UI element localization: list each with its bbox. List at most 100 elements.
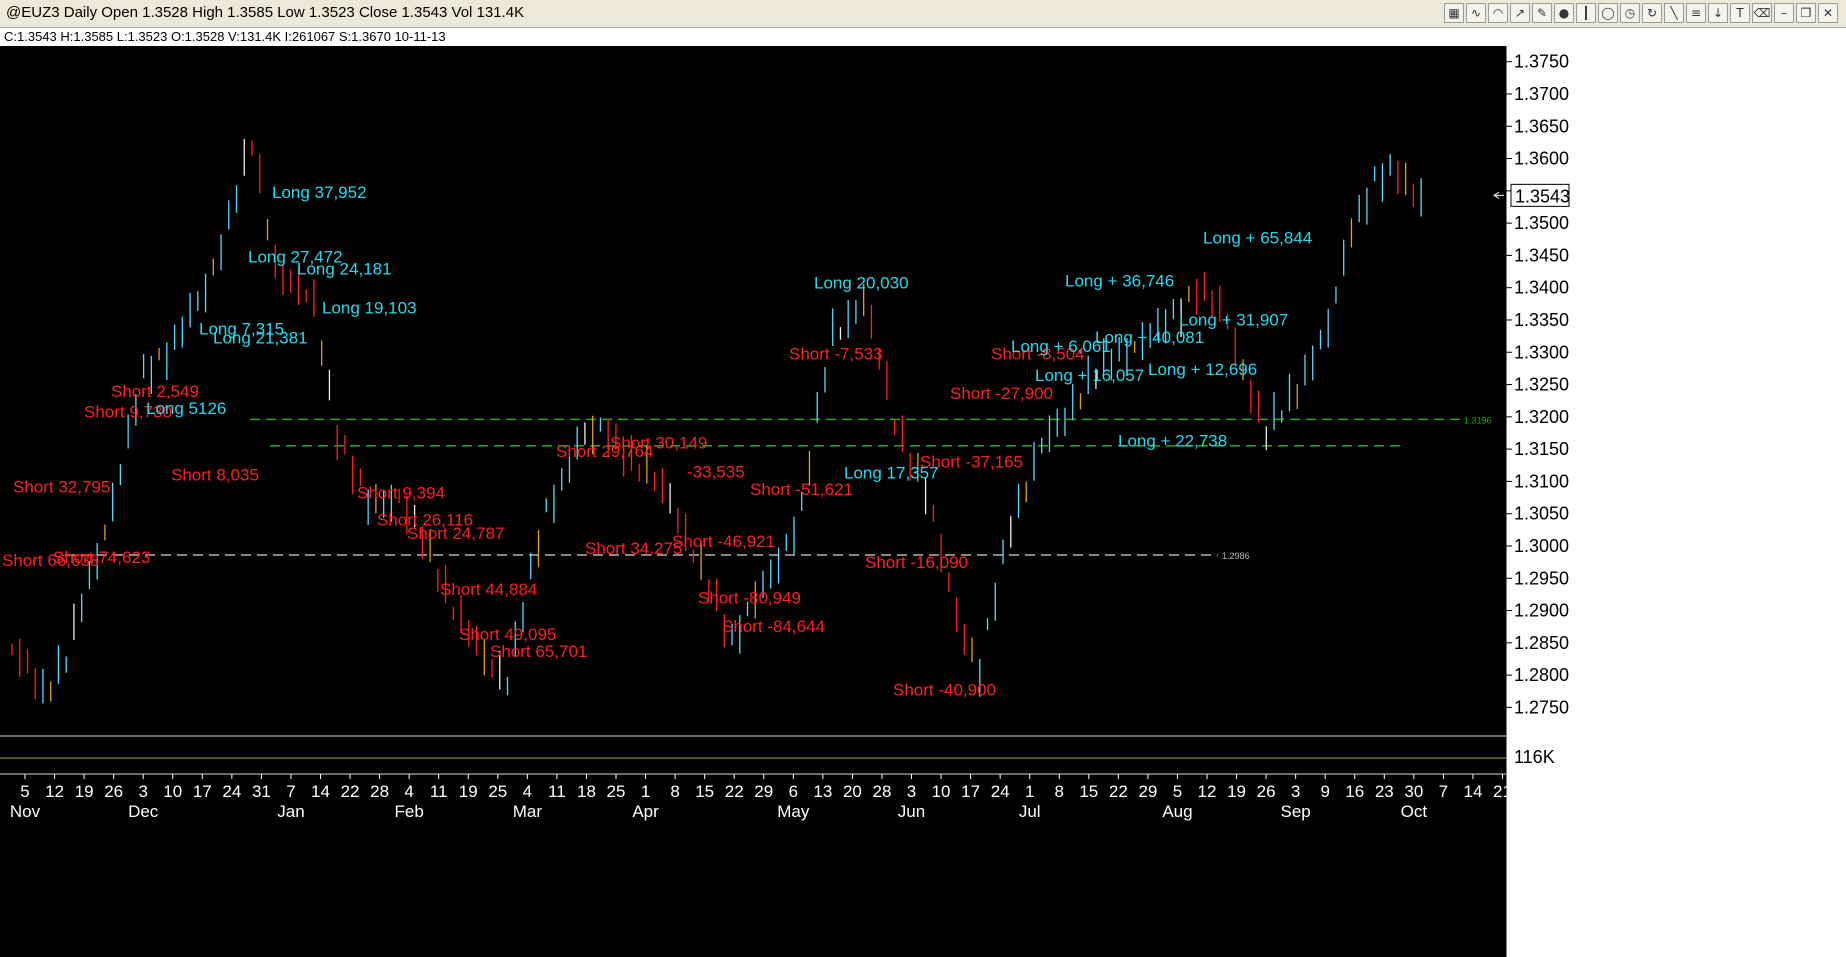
y-tick-label: 1.3300 [1514,342,1569,362]
y-tick-label: 1.2750 [1514,697,1569,717]
annotation-label: Short 24,787 [407,524,504,543]
x-tick-label: 25 [488,782,507,801]
data-line-bar: C:1.3543 H:1.3585 L:1.3523 O:1.3528 V:13… [0,28,1846,46]
x-month-label: Dec [128,802,159,821]
annotation-label: Short -37,165 [920,452,1023,471]
y-tick-label: 1.2800 [1514,665,1569,685]
annotation-label: Short 9,394 [357,483,445,502]
y-tick-label: 1.3700 [1514,84,1569,104]
annotation-label: Short 32,795 [13,478,110,497]
cycle-icon[interactable]: ↻ [1642,3,1662,23]
annotation-label: Long + 36,746 [1065,272,1174,291]
x-month-label: Jan [277,802,304,821]
x-tick-label: 22 [341,782,360,801]
window-close-icon[interactable]: ✕ [1818,3,1838,23]
x-tick-label: 30 [1404,782,1423,801]
x-month-label: Nov [10,802,41,821]
annotation-label: Long 5126 [146,399,226,418]
window-min-icon[interactable]: – [1774,3,1794,23]
window-restore-icon[interactable]: ❒ [1796,3,1816,23]
x-tick-label: 4 [523,782,532,801]
annotation-label: Short -46,921 [672,532,775,551]
volume-label: 116K [1514,747,1555,767]
circle-icon[interactable]: ◯ [1598,3,1618,23]
x-tick-label: 5 [1173,782,1182,801]
x-tick-label: 22 [725,782,744,801]
y-tick-label: 1.3350 [1514,310,1569,330]
window-titlebar: @EUZ3 Daily Open 1.3528 High 1.3585 Low … [0,0,1846,28]
pencil-icon[interactable]: ✎ [1532,3,1552,23]
y-tick-label: 1.2850 [1514,633,1569,653]
annotation-label: Long + 65,844 [1203,228,1312,247]
x-tick-label: 8 [670,782,679,801]
x-tick-label: 21 [1493,782,1512,801]
x-tick-label: 11 [430,782,448,801]
annotation-label: Short -16,090 [865,553,968,572]
price-chart[interactable]: 1.31961.2986 Short 66,638Short 32,795Sho… [0,46,1846,957]
drawing-toolbar: ▦ ∿ ◠ ↗ ✎ ● ┃ ◯ ◷ ↻ ╲ ≡ ↓ T ⌫ – ❒ ✕ [1444,3,1838,23]
annotation-label: Long + 22,738 [1118,432,1227,451]
reference-line-label: 1.3196 [1464,415,1492,425]
annotation-label: Short 49,095 [459,625,556,644]
x-tick-label: 10 [163,782,182,801]
annotation-label: Long 20,030 [814,274,909,293]
arc-icon[interactable]: ◠ [1488,3,1508,23]
y-tick-label: 1.3200 [1514,407,1569,427]
annotation-label: Short 30,149 [610,434,707,453]
y-tick-label: 1.3400 [1514,278,1569,298]
x-tick-label: 3 [138,782,147,801]
x-tick-label: 23 [1375,782,1394,801]
eraser-icon[interactable]: ⌫ [1752,3,1772,23]
line-icon[interactable]: ╲ [1664,3,1684,23]
x-month-label: Jun [898,802,925,821]
x-month-label: Jul [1019,802,1041,821]
x-tick-label: 4 [404,782,413,801]
x-tick-label: 9 [1320,782,1329,801]
x-month-label: Feb [395,802,424,821]
x-tick-label: 17 [961,782,980,801]
annotation-label: Long 19,103 [322,299,417,318]
annotation-label: Long 37,952 [272,183,367,202]
reference-line-label: 1.2986 [1222,551,1250,561]
annotation-label: Long 21,381 [213,328,308,347]
annotation-label: Short -80,949 [698,589,801,608]
annotation-label: Short 8,035 [171,465,259,484]
x-tick-label: 15 [695,782,714,801]
trend-icon[interactable]: ↗ [1510,3,1530,23]
y-tick-label: 1.3100 [1514,471,1569,491]
x-month-label: May [777,802,810,821]
clock-icon[interactable]: ◷ [1620,3,1640,23]
fib-icon[interactable]: ≡ [1686,3,1706,23]
x-month-label: Oct [1401,802,1428,821]
marker-icon[interactable]: ● [1554,3,1574,23]
x-tick-label: 18 [577,782,596,801]
x-tick-label: 31 [252,782,271,801]
y-tick-label: 1.3000 [1514,536,1569,556]
y-tick-label: 1.3500 [1514,213,1569,233]
annotation-label: Long + 40,081 [1095,328,1204,347]
annotation-label: Short -40,900 [893,680,996,699]
y-tick-label: 1.3600 [1514,149,1569,169]
text-icon[interactable]: T [1730,3,1750,23]
chart-style-icon[interactable]: ▦ [1444,3,1464,23]
x-tick-label: 1 [1025,782,1034,801]
x-tick-label: 11 [548,782,566,801]
x-tick-label: 6 [789,782,798,801]
x-month-label: Apr [632,802,659,821]
annotation-label: Short -27,900 [950,384,1053,403]
x-tick-label: 19 [1227,782,1246,801]
x-tick-label: 13 [813,782,832,801]
annotation-label: Long 24,181 [297,259,392,278]
arrow-down-icon[interactable]: ↓ [1708,3,1728,23]
x-tick-label: 28 [1523,782,1542,801]
x-tick-label: 25 [607,782,626,801]
x-tick-label: 29 [754,782,773,801]
x-tick-label: 16 [1345,782,1364,801]
x-tick-label: 8 [1055,782,1064,801]
volume-panel: 116K [0,735,1555,775]
x-tick-label: 28 [370,782,389,801]
wave-icon[interactable]: ∿ [1466,3,1486,23]
x-tick-label: 12 [1198,782,1217,801]
x-tick-label: 3 [1291,782,1300,801]
bar-icon[interactable]: ┃ [1576,3,1596,23]
